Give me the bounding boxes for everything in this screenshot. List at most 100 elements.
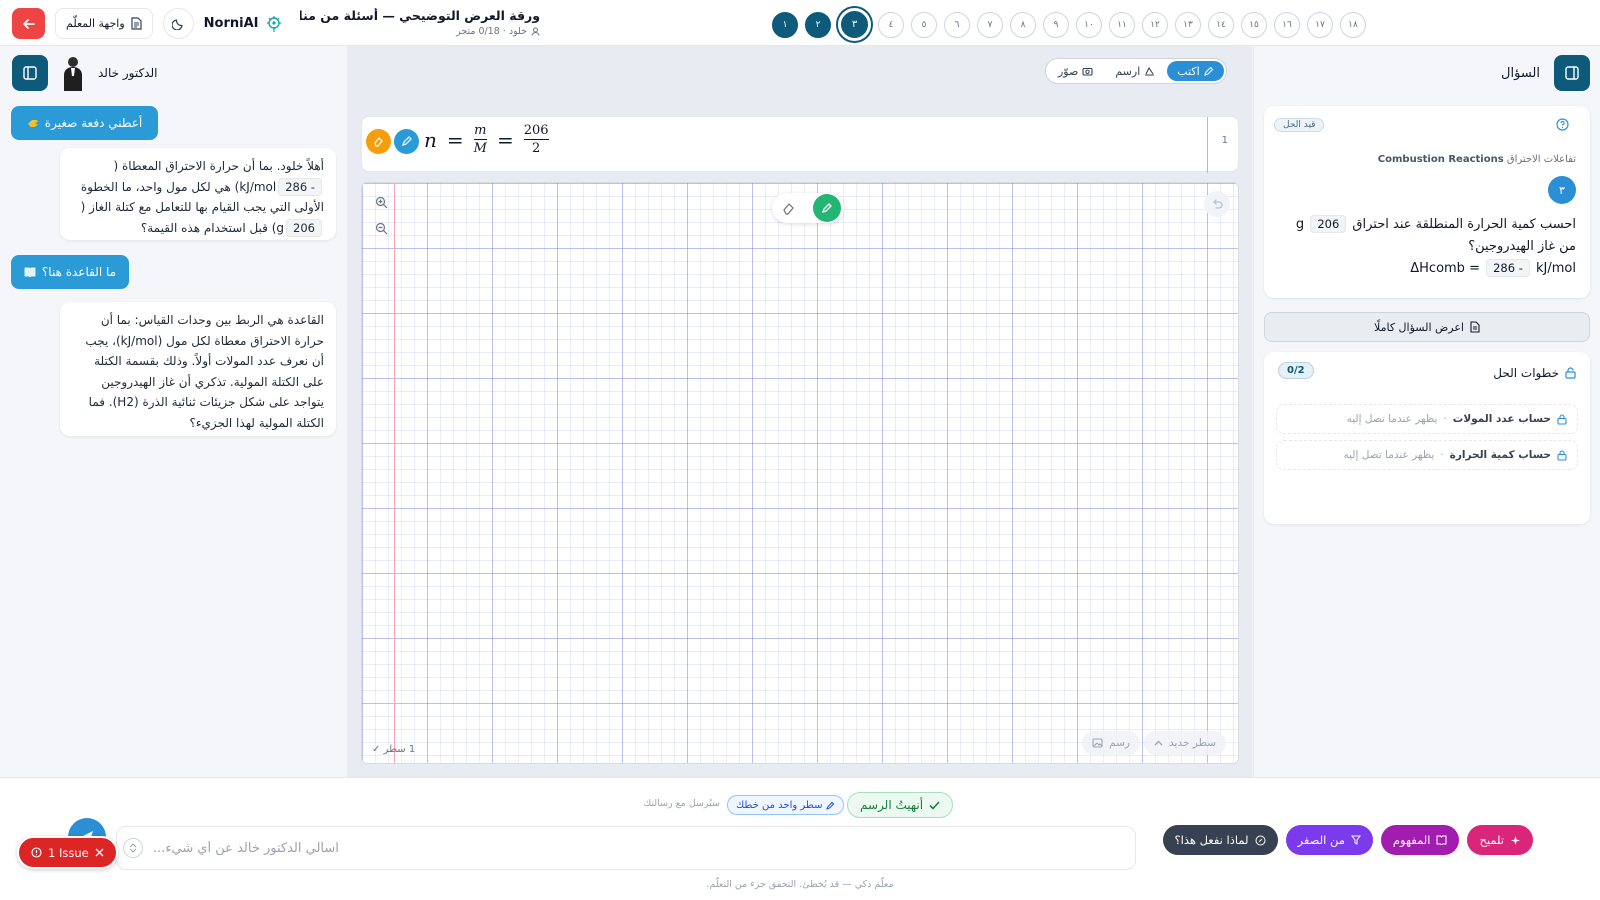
brand-text: NorniAI bbox=[203, 16, 259, 31]
solution-step-item: حساب كمية الحرارة · يظهر عندما تصل إليه bbox=[1276, 440, 1578, 470]
doctor-name: الدكتور خالد bbox=[98, 66, 158, 80]
zoom-out-button[interactable] bbox=[370, 217, 392, 239]
pencil-icon bbox=[821, 202, 833, 214]
question-nav-item[interactable]: ١٣ bbox=[1175, 11, 1201, 38]
document-icon bbox=[131, 17, 142, 30]
issues-indicator[interactable]: 1 Issue bbox=[17, 836, 118, 869]
status-badge: قيد الحل bbox=[1274, 118, 1325, 132]
drawing-canvas[interactable]: 1 سطر ✓ سطر جديد رسم bbox=[361, 182, 1239, 764]
question-nav-item[interactable]: ٢ bbox=[805, 11, 831, 38]
pencil-icon bbox=[401, 136, 412, 147]
mode-option[interactable]: اكتب bbox=[1167, 61, 1224, 81]
tutor-message-2: القاعدة هي الربط بين وحدات القياس: بما أ… bbox=[60, 302, 336, 436]
fraction-value: 206 2 bbox=[523, 123, 549, 156]
question-nav-item[interactable]: ١١ bbox=[1109, 11, 1135, 38]
dark-mode-toggle[interactable] bbox=[162, 8, 194, 39]
close-icon[interactable] bbox=[95, 848, 104, 857]
new-line-button[interactable]: سطر جديد bbox=[1144, 731, 1226, 755]
question-nav-item[interactable]: ٧ bbox=[977, 11, 1003, 38]
arrow-left-icon bbox=[22, 17, 36, 31]
undo-button[interactable] bbox=[1204, 191, 1230, 217]
moon-icon bbox=[171, 17, 185, 30]
question-nav-item[interactable]: ٤ bbox=[878, 11, 904, 38]
question-nav-item[interactable]: ١٥ bbox=[1241, 11, 1267, 38]
question-nav-item[interactable]: ١٦ bbox=[1274, 11, 1300, 38]
pencil-icon bbox=[1203, 66, 1214, 76]
expand-options-button[interactable] bbox=[123, 838, 143, 858]
question-panel-title: السؤال bbox=[1501, 65, 1540, 81]
quick-actions: تلميح المفهوم من الصفر لماذا نفعل هذا؟ bbox=[1147, 825, 1533, 855]
solution-step-item: حساب عدد المولات · يظهر عندما تصل إليه bbox=[1276, 404, 1578, 434]
formula-equals: = bbox=[446, 127, 464, 152]
quick-action-button[interactable]: تلميح bbox=[1467, 825, 1533, 855]
quick-action-button[interactable]: لماذا نفعل هذا؟ bbox=[1162, 825, 1278, 855]
finish-drawing-button[interactable]: أنهيتُ الرسم bbox=[847, 792, 954, 818]
mode-option[interactable]: ارسم bbox=[1105, 61, 1165, 81]
nudge-button[interactable]: أعطني دفعة صغيرة bbox=[11, 106, 158, 140]
toggle-question-panel-button[interactable] bbox=[1554, 55, 1590, 91]
formula-equals: = bbox=[496, 127, 514, 152]
teacher-view-label: واجهة المعلّم bbox=[66, 17, 125, 30]
question-nav-item[interactable]: ١٨ bbox=[1340, 11, 1366, 38]
lock-icon bbox=[1565, 367, 1576, 379]
zoom-out-icon bbox=[375, 222, 388, 235]
eraser-tool-button[interactable] bbox=[782, 202, 795, 215]
question-nav-item[interactable]: ٣ bbox=[838, 8, 871, 41]
math-formula: n = m M = 206 2 bbox=[424, 123, 549, 156]
book-icon bbox=[1436, 835, 1447, 845]
pencil-icon bbox=[826, 801, 835, 810]
question-nav-item[interactable]: ١٤ bbox=[1208, 11, 1234, 38]
question-nav-item[interactable]: ١٧ bbox=[1307, 11, 1333, 38]
brand-logo: NorniAI bbox=[204, 15, 283, 33]
sparkle-icon bbox=[1510, 835, 1521, 846]
edit-line-button[interactable] bbox=[394, 129, 419, 154]
answer-line-1[interactable]: 1 n = m M = 206 2 bbox=[361, 116, 1239, 173]
pen-tool-button[interactable] bbox=[813, 194, 841, 222]
line-number: 1 bbox=[1221, 135, 1228, 146]
question-nav-item[interactable]: ٨ bbox=[1010, 11, 1036, 38]
zoom-in-button[interactable] bbox=[370, 191, 392, 213]
fraction-m-over-M: m M bbox=[473, 123, 487, 156]
tutor-chat-panel: الدكتور خالد أعطني دفعة صغيرة أهلاً خلود… bbox=[0, 46, 346, 777]
tutor-message-1: أهلاً خلود. بما أن حرارة الاحتراق المعطا… bbox=[60, 148, 336, 240]
chat-message-input[interactable] bbox=[153, 837, 1113, 859]
steps-progress-badge: 0/2 bbox=[1278, 362, 1314, 379]
question-card: قيد الحل تفاعلات الاحتراق Combustion Rea… bbox=[1264, 106, 1590, 298]
question-nav-item[interactable]: ١٢ bbox=[1142, 11, 1168, 38]
attached-line-chip[interactable]: سطر واحد من خطك bbox=[727, 795, 845, 815]
question-nav-item[interactable]: ٥ bbox=[911, 11, 937, 38]
erase-line-button[interactable] bbox=[366, 129, 391, 154]
mode-option[interactable]: صوّر bbox=[1048, 61, 1103, 81]
bottom-composer: أنهيتُ الرسم سطر واحد من خطك سيُرسل مع ر… bbox=[0, 777, 1600, 900]
quick-action-button[interactable]: من الصفر bbox=[1285, 825, 1373, 855]
top-bar-left-group: واجهة المعلّم NorniAI bbox=[12, 8, 283, 39]
chat-input-box bbox=[116, 826, 1136, 870]
teacher-view-button[interactable]: واجهة المعلّم bbox=[55, 8, 153, 39]
quick-action-button[interactable]: المفهوم bbox=[1380, 825, 1460, 855]
document-icon bbox=[1470, 321, 1480, 333]
back-button[interactable] bbox=[12, 8, 45, 39]
undo-icon bbox=[1211, 198, 1223, 210]
question-nav-item[interactable]: ١٠ bbox=[1076, 11, 1102, 38]
compass-icon bbox=[1255, 835, 1266, 846]
floating-drawing-toolbar bbox=[772, 193, 844, 223]
rule-question-button[interactable]: ما القاعدة هنا؟ bbox=[11, 255, 129, 289]
question-panel-header: السؤال bbox=[1266, 54, 1590, 92]
question-nav-item[interactable]: ١ bbox=[772, 11, 798, 38]
worksheet-subtitle: خلود · 0/18 متجر bbox=[300, 26, 540, 37]
lock-icon bbox=[1557, 449, 1567, 461]
worksheet-title-block: ورقة العرض التوضيحي — أسئلة من مناهج ...… bbox=[300, 8, 540, 37]
help-icon[interactable] bbox=[1556, 118, 1569, 131]
sidebar-toggle-icon bbox=[1565, 66, 1579, 80]
chat-header: الدكتور خالد bbox=[12, 54, 336, 92]
mass-value-chip: 206 bbox=[1310, 215, 1347, 233]
toggle-chat-panel-button[interactable] bbox=[12, 55, 48, 91]
eraser-icon bbox=[782, 202, 795, 215]
margin-line bbox=[1207, 117, 1208, 173]
show-full-question-button[interactable]: اعرض السؤال كاملًا bbox=[1264, 312, 1590, 342]
sidebar-toggle-icon bbox=[23, 66, 37, 80]
eraser-icon bbox=[373, 136, 384, 147]
question-nav-item[interactable]: ٦ bbox=[944, 11, 970, 38]
draw-shape-button[interactable]: رسم bbox=[1082, 731, 1140, 755]
question-nav-item[interactable]: ٩ bbox=[1043, 11, 1069, 38]
